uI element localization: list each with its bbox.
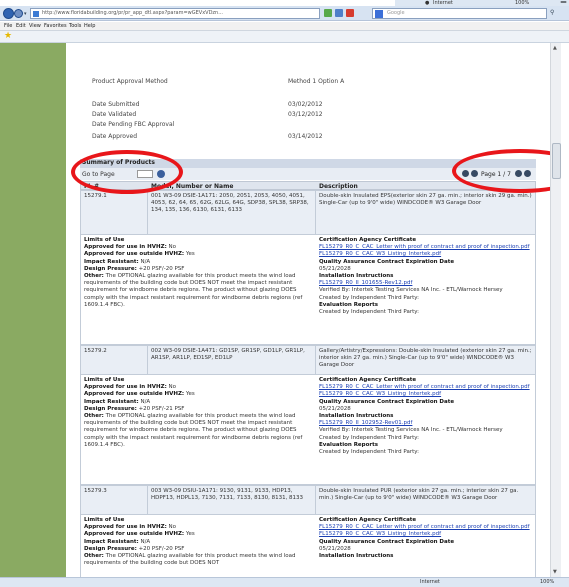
menu-tools[interactable]: Tools (69, 23, 81, 29)
cert-letter-link[interactable]: FL15279_R0_C_CAC_Letter with proof of co… (319, 244, 533, 251)
favorites-bar: ★ (0, 31, 569, 43)
history-dropdown-icon[interactable]: ▾ (24, 11, 27, 17)
description-cell: Double-skin Insulated EPS(exterior skin … (319, 193, 532, 206)
cert-listing-link[interactable]: FL15279_R0_C_CAC_W3_Listing_Intertek.pdf (319, 251, 533, 258)
annotation-circle-goto (71, 150, 183, 194)
model-cell: 002 W3-09 DSIE-1A471: GD1SP, GR1SP, GD1L… (151, 348, 305, 361)
table-row: 15279.2 002 W3-09 DSIE-1A471: GD1SP, GR1… (80, 345, 536, 375)
scroll-up-icon[interactable]: ▲ (553, 45, 557, 51)
address-bar-row: ▾ http://www.floridabuilding.org/pr/pr_a… (0, 6, 569, 21)
menu-file[interactable]: File (4, 23, 12, 29)
menu-bar: File Edit View Favorites Tools Help (0, 22, 569, 31)
info-label: Date Submitted (92, 101, 140, 108)
scroll-down-icon[interactable]: ▼ (553, 569, 557, 575)
url-text: http://www.floridabuilding.org/pr/pr_app… (42, 10, 223, 16)
favorites-star-icon[interactable]: ★ (4, 31, 12, 41)
menu-favorites[interactable]: Favorites (44, 23, 67, 29)
status-bar: Internet 100% (0, 577, 569, 587)
detail-row: Limits of Use Approved for use in HVHZ: … (80, 375, 536, 485)
cert-letter-link[interactable]: FL15279_R0_C_CAC_Letter with proof of co… (319, 524, 533, 531)
menu-view[interactable]: View (29, 23, 41, 29)
description-cell: Gallery/Artistry/Expressions: Double-ski… (319, 348, 532, 368)
info-value: 03/02/2012 (288, 101, 323, 108)
certification-info: Certification Agency Certificate FL15279… (319, 517, 533, 560)
detail-row: Limits of Use Approved for use in HVHZ: … (80, 515, 536, 577)
col-description: Description (319, 183, 358, 190)
certification-info: Certification Agency Certificate FL15279… (319, 237, 533, 316)
fl-number: 15279.3 (84, 488, 107, 494)
status-zone: Internet (420, 579, 440, 585)
certification-info: Certification Agency Certificate FL15279… (319, 377, 533, 456)
menu-edit[interactable]: Edit (16, 23, 26, 29)
description-cell: Double-skin Insulated PUR (exterior skin… (319, 488, 519, 501)
info-value: Method 1 Option A (288, 78, 345, 85)
info-label: Date Validated (92, 111, 137, 118)
stop-icon[interactable] (346, 9, 354, 17)
forward-button[interactable] (14, 9, 23, 18)
installation-link[interactable]: FL15279_R0_II_102952-Rev01.pdf (319, 420, 533, 427)
info-value: 03/14/2012 (288, 133, 323, 140)
info-value: 03/12/2012 (288, 111, 323, 118)
compat-icon[interactable] (324, 9, 332, 17)
page-icon (33, 11, 39, 17)
search-go-icon[interactable]: ⚲ (550, 9, 554, 16)
main-content: Product Approval Method Method 1 Option … (66, 43, 550, 577)
table-row: 15279.3 003 W3-09 DSIU-1A171: 9130, 9131… (80, 485, 536, 515)
search-placeholder: Google (387, 10, 405, 16)
model-cell: 003 W3-09 DSIU-1A171: 9130, 9131, 9133, … (151, 488, 304, 501)
vertical-scrollbar[interactable]: ▲ ▼ (550, 43, 561, 577)
fl-number: 15279.2 (84, 348, 107, 354)
info-label: Product Approval Method (92, 78, 168, 85)
model-cell: 001 W3-09 DSIE-1A171: 2050, 2051, 2053, … (151, 193, 309, 213)
info-label: Date Pending FBC Approval (92, 121, 175, 128)
url-field[interactable]: http://www.floridabuilding.org/pr/pr_app… (30, 8, 320, 19)
cert-listing-link[interactable]: FL15279_R0_C_CAC_W3_Listing_Intertek.pdf (319, 391, 533, 398)
limits-of-use: Limits of Use Approved for use in HVHZ: … (84, 237, 303, 308)
detail-row: Limits of Use Approved for use in HVHZ: … (80, 235, 536, 345)
cert-letter-link[interactable]: FL15279_R0_C_CAC_Letter with proof of co… (319, 384, 533, 391)
installation-link[interactable]: FL15279_R0_II_101655-Rev12.pdf (319, 280, 533, 287)
limits-of-use: Limits of Use Approved for use in HVHZ: … (84, 517, 296, 567)
status-zoom[interactable]: 100% (540, 579, 554, 585)
cert-listing-link[interactable]: FL15279_R0_C_CAC_W3_Listing_Intertek.pdf (319, 531, 533, 538)
google-logo-icon (375, 10, 383, 18)
search-field[interactable]: Google (372, 8, 547, 19)
info-label: Date Approved (92, 133, 138, 140)
fl-number: 15279.1 (84, 193, 107, 199)
back-button[interactable] (3, 8, 14, 19)
table-row: 15279.1 001 W3-09 DSIE-1A171: 2050, 2051… (80, 190, 536, 235)
menu-help[interactable]: Help (84, 23, 95, 29)
scroll-thumb[interactable] (552, 143, 561, 179)
sidebar-panel (0, 43, 66, 577)
limits-of-use: Limits of Use Approved for use in HVHZ: … (84, 377, 303, 448)
refresh-icon[interactable] (335, 9, 343, 17)
